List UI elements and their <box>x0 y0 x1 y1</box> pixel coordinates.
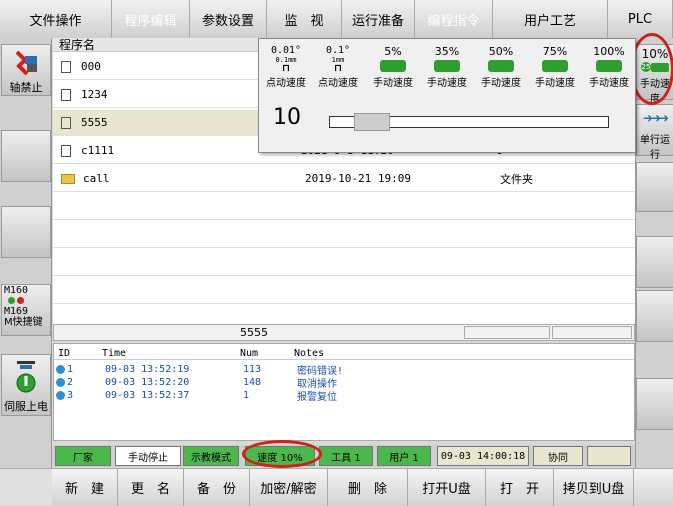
delete-button[interactable]: 删 除 <box>328 469 408 506</box>
rename-button[interactable]: 更 名 <box>118 469 184 506</box>
single-run-button[interactable]: ➜➜➜ 单行运行 <box>636 104 673 161</box>
speed-slider-thumb[interactable] <box>354 113 390 131</box>
info-icon <box>56 378 65 387</box>
menu-program-commands[interactable]: 编程指令 <box>415 0 493 38</box>
speed-slider-value: 10 <box>273 105 301 130</box>
speed-75-button[interactable]: 75% 手动速度 <box>529 45 581 91</box>
open-button[interactable]: 打 开 <box>486 469 554 506</box>
io-status-button[interactable]: M160 M169 M快捷键 <box>1 284 51 336</box>
menu-run-prep[interactable]: 运行准备 <box>342 0 415 38</box>
hand-speed-icon <box>596 60 622 72</box>
pulse-icon: ⊓ <box>282 63 290 74</box>
open-usb-button[interactable]: 打开U盘 <box>408 469 486 506</box>
copy-to-usb-button[interactable]: 拷贝到U盘 <box>554 469 634 506</box>
status-speed-highlight-ring <box>242 440 322 468</box>
alarm-log-panel: ID Time Num Notes 1 09-03 13:52:19 113 密… <box>53 343 635 441</box>
status-vendor[interactable]: 厂家 <box>55 446 111 466</box>
log-row[interactable]: 3 09-03 13:52:37 1 报警复位 <box>54 389 337 403</box>
status-blank <box>587 446 631 466</box>
backup-button[interactable]: 备 份 <box>184 469 250 506</box>
status-user[interactable]: 用户 1 <box>377 446 431 466</box>
speed-highlight-ring <box>630 33 673 105</box>
folder-icon <box>61 173 75 184</box>
speed-50-button[interactable]: 50% 手动速度 <box>475 45 527 91</box>
jog-speed-coarse-button[interactable]: 0.1° 1mm ⊓ 点动速度 <box>313 45 363 91</box>
left-blank-button-2[interactable] <box>1 206 51 258</box>
speed-100-button[interactable]: 100% 手动速度 <box>583 45 635 91</box>
folder-row[interactable]: call 2019-10-21 19:09 文件夹 <box>53 166 635 192</box>
speed-35-button[interactable]: 35% 手动速度 <box>421 45 473 91</box>
right-blank-button-4[interactable] <box>636 378 673 430</box>
status-datetime: 09-03 14:00:18 <box>437 446 529 466</box>
menu-plc[interactable]: PLC <box>608 0 673 38</box>
jog-speed-fine-button[interactable]: 0.01° 0.1mm ⊓ 点动速度 <box>261 45 311 91</box>
single-run-arrows-icon: ➜➜➜ <box>642 111 669 125</box>
pulse-icon: ⊓ <box>334 63 342 74</box>
file-icon <box>61 144 71 157</box>
hand-speed-icon <box>542 60 568 72</box>
right-blank-button-1[interactable] <box>636 162 673 212</box>
speed-5-button[interactable]: 5% 手动速度 <box>367 45 419 91</box>
speed-slider-track[interactable] <box>329 113 609 131</box>
empty-row <box>53 250 635 276</box>
selected-file-bar: 5555 <box>53 324 635 341</box>
speed-popup: 0.01° 0.1mm ⊓ 点动速度 0.1° 1mm ⊓ 点动速度 5% 手动… <box>258 38 636 153</box>
status-bar: 厂家 手动停止 示教模式 速度 10% 工具 1 用户 1 09-03 14:0… <box>53 445 635 467</box>
menu-program-edit[interactable]: 程序编辑 <box>112 0 190 38</box>
top-menu-bar: 文件操作 程序编辑 参数设置 监 视 运行准备 编程指令 用户工艺 PLC <box>0 0 673 38</box>
right-blank-button-2[interactable] <box>636 236 673 288</box>
menu-param-settings[interactable]: 参数设置 <box>190 0 267 38</box>
axis-lock-icon <box>15 50 37 76</box>
status-stop: 手动停止 <box>115 446 181 466</box>
io-indicator-icon <box>4 296 50 306</box>
empty-row <box>53 222 635 248</box>
info-icon <box>56 365 65 374</box>
menu-monitor[interactable]: 监 视 <box>267 0 342 38</box>
empty-row <box>53 194 635 220</box>
hand-speed-icon <box>434 60 460 72</box>
filename-bar-cell <box>552 326 632 339</box>
bottom-toolbar: 新 建 更 名 备 份 加密/解密 删 除 打开U盘 打 开 拷贝到U盘 <box>0 468 673 506</box>
axis-lock-button[interactable]: 轴禁止 <box>1 44 51 96</box>
left-sidebar: 轴禁止 M160 M169 M快捷键 伺服上电 <box>0 38 52 468</box>
right-blank-button-3[interactable] <box>636 290 673 342</box>
filename-bar-cell <box>464 326 550 339</box>
hand-speed-icon <box>488 60 514 72</box>
encrypt-button[interactable]: 加密/解密 <box>250 469 328 506</box>
file-icon <box>61 60 71 73</box>
file-icon <box>61 116 71 129</box>
servo-power-icon <box>16 361 36 393</box>
new-button[interactable]: 新 建 <box>52 469 118 506</box>
status-mode: 示教模式 <box>183 446 239 466</box>
log-header: ID Time Num Notes <box>54 347 634 360</box>
bottom-blank-button[interactable] <box>634 469 673 506</box>
hand-speed-icon <box>380 60 406 72</box>
file-icon <box>61 88 71 101</box>
status-sync: 协同 <box>533 446 583 466</box>
menu-user-process[interactable]: 用户工艺 <box>493 0 608 38</box>
empty-row <box>53 278 635 304</box>
menu-file-ops[interactable]: 文件操作 <box>0 0 112 38</box>
info-icon <box>56 391 65 400</box>
log-row[interactable]: 2 09-03 13:52:20 148 取消操作 <box>54 376 337 390</box>
status-tool[interactable]: 工具 1 <box>319 446 373 466</box>
servo-power-button[interactable]: 伺服上电 <box>1 354 51 416</box>
left-blank-button-1[interactable] <box>1 130 51 182</box>
